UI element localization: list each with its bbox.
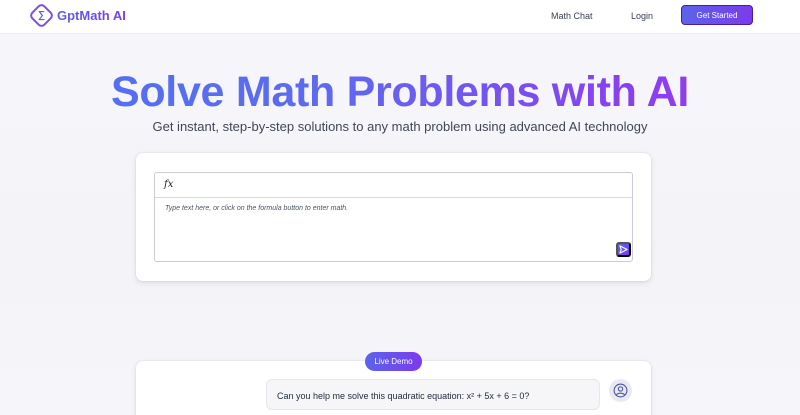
editor-toolbar: 𝑓x: [155, 173, 632, 198]
math-logo-icon: ∑: [28, 2, 55, 29]
math-input-card: 𝑓x Type text here, or click on the formu…: [136, 153, 651, 281]
nav-math-chat-link[interactable]: Math Chat: [551, 11, 593, 21]
user-message-bubble: Can you help me solve this quadratic equ…: [266, 379, 600, 410]
brand-logo-link[interactable]: ∑ GptMath AI: [28, 2, 126, 29]
nav-login-link[interactable]: Login: [631, 11, 653, 21]
top-nav-bar: ∑ GptMath AI Math Chat Login Get Started: [0, 0, 800, 34]
math-editor: 𝑓x Type text here, or click on the formu…: [154, 172, 633, 262]
user-avatar: [609, 379, 632, 402]
hero-subtitle: Get instant, step-by-step solutions to a…: [152, 119, 648, 134]
send-button[interactable]: [616, 242, 631, 257]
hero-title: Solve Math Problems with AI: [0, 67, 800, 117]
brand-name: GptMath AI: [57, 8, 126, 23]
live-demo-badge: Live Demo: [365, 352, 422, 371]
send-icon: [619, 245, 628, 254]
get-started-button[interactable]: Get Started: [681, 5, 753, 25]
user-avatar-icon: [613, 383, 628, 398]
formula-button[interactable]: 𝑓x: [164, 179, 173, 190]
math-input-field[interactable]: Type text here, or click on the formula …: [165, 205, 348, 212]
